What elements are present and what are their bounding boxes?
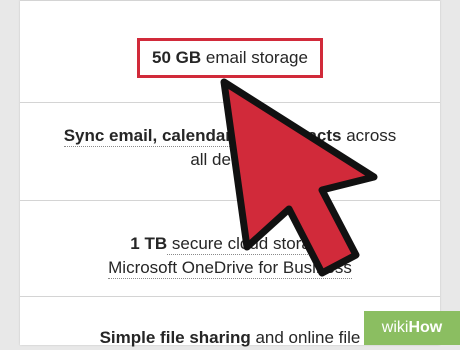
sync-across: across [341,126,397,145]
feature-sync: Sync email, calendar and contacts across… [20,124,440,172]
feature-cloud-storage: 1 TB secure cloud storage Microsoft OneD… [20,232,440,280]
sync-title[interactable]: Sync email, calendar [63,126,232,147]
onedrive-link[interactable]: Microsoft OneDrive for Business [108,258,352,279]
divider [20,102,440,103]
sharing-title: Simple file sharing [99,328,251,347]
watermark-suffix: How [408,319,443,336]
feature-email-storage: 50 GB email storage [20,38,440,78]
storage-label: email storage [201,48,308,67]
storage-amount: 50 GB [152,48,202,67]
divider [20,296,440,297]
sharing-rest: and online file [250,328,361,347]
sync-devices: all devices [190,150,270,169]
cloud-label[interactable]: secure cloud storage [167,234,330,255]
wikihow-watermark: wikiHow [364,311,460,345]
divider [20,0,440,1]
sync-hidden-text: and contacts [231,126,342,145]
divider [20,200,440,201]
watermark-prefix: wiki [381,319,409,336]
cloud-amount: 1 TB [130,234,168,253]
highlight-box: 50 GB email storage [137,38,323,78]
